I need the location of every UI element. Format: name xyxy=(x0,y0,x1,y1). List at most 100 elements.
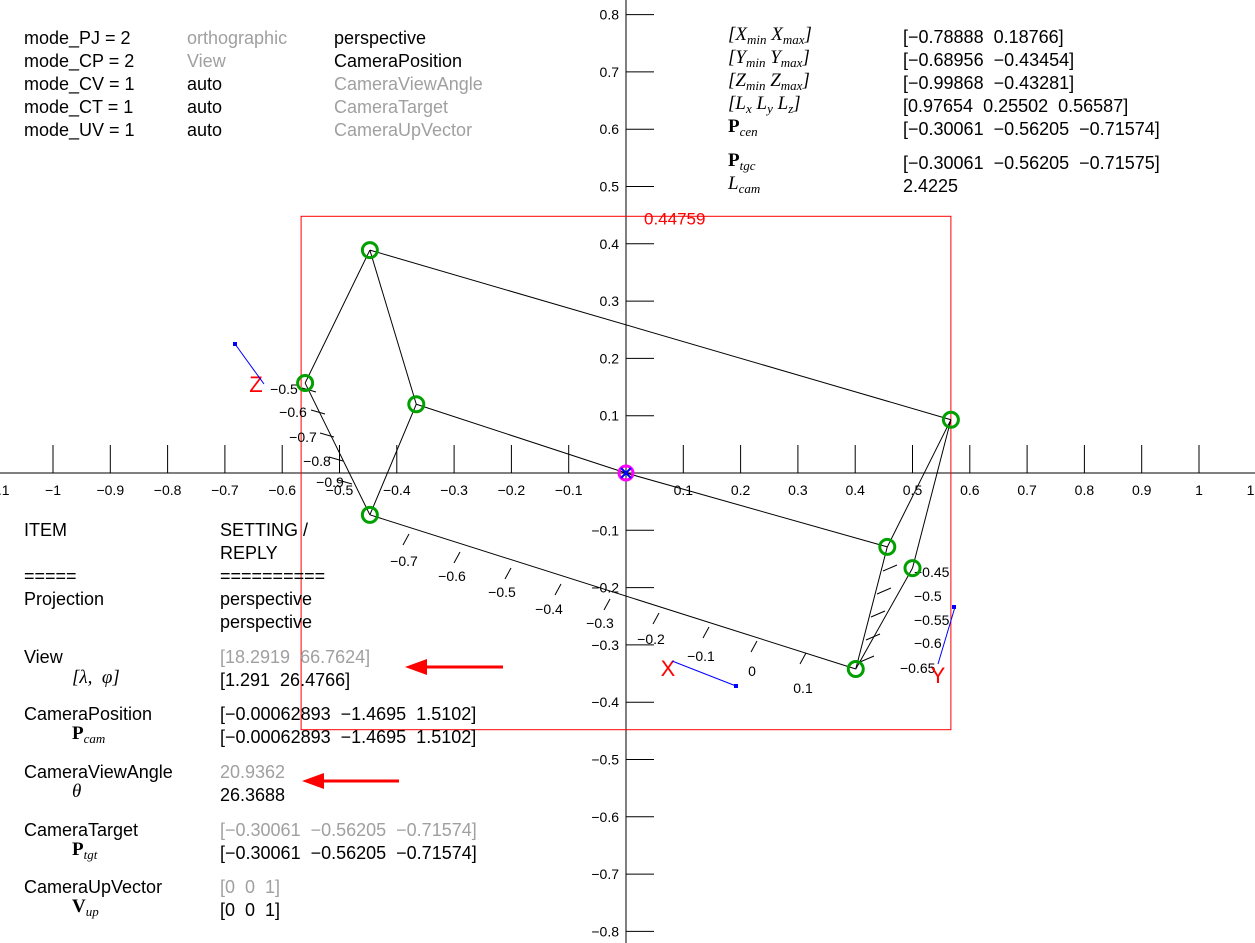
row-campos-name: CameraPosition xyxy=(24,704,153,724)
stat-value-pcen: [−0.30061 −0.56205 −0.71574] xyxy=(903,119,1160,139)
x-tick-label: −1 xyxy=(45,482,61,498)
x-tick-label: −0.8 xyxy=(154,482,182,498)
row-camup-name: CameraUpVector xyxy=(24,877,163,897)
x-tick-label: −0.6 xyxy=(268,482,296,498)
y-tick-label: 0.3 xyxy=(600,293,620,309)
y-tick-label: 0.4 xyxy=(600,236,620,252)
mode-option: CameraPosition xyxy=(334,51,463,71)
y-axis-3d-label: Y xyxy=(931,663,946,688)
x-tick-label: 1 xyxy=(1195,482,1203,498)
row-view-name: View xyxy=(24,647,63,667)
table-header-setting: SETTING / xyxy=(220,520,309,540)
mode-label: mode_PJ = 2 xyxy=(24,28,131,48)
box-edge xyxy=(855,567,913,670)
box-edge xyxy=(304,249,371,384)
row-campos-reply: [−0.00062893 −1.4695 1.5102] xyxy=(220,727,477,747)
x-axis-3d-tick xyxy=(750,640,758,653)
x-axis-3d-tick xyxy=(453,551,461,564)
x-axis-3d-tick-label: −0.2 xyxy=(637,631,665,647)
arrow-camera-angle-head xyxy=(302,773,324,789)
y-axis-3d-tick-label: −0.6 xyxy=(914,635,942,651)
mode-option: CameraUpVector xyxy=(334,120,473,140)
z-axis-3d-tick xyxy=(310,409,326,415)
z-axis-3d-tick-label: −0.8 xyxy=(303,453,331,469)
y-tick-label: 0.1 xyxy=(600,408,620,424)
table-separator: ========== xyxy=(220,566,326,586)
row-camup-setting: [0 0 1] xyxy=(220,877,281,897)
x-tick-label: 0.4 xyxy=(845,482,865,498)
row-campos-symbol: Pcam xyxy=(72,723,106,747)
mode-option: auto xyxy=(187,74,223,94)
x-axis-3d-tick-label: 0 xyxy=(748,663,756,679)
row-camangle-name: CameraViewAngle xyxy=(24,762,173,782)
x-axis-3d-tick xyxy=(504,567,512,580)
x-tick-label: 0.6 xyxy=(960,482,980,498)
x-tick-label: 0.1 xyxy=(674,482,694,498)
y-tick-label: −0.7 xyxy=(591,866,619,882)
row-camangle-reply: 26.3688 xyxy=(220,785,286,805)
box-edge xyxy=(855,546,888,670)
x-tick-label: −0.4 xyxy=(383,482,411,498)
row-camtarget-setting: [−0.30061 −0.56205 −0.71574] xyxy=(220,820,477,840)
z-axis-3d-tick xyxy=(319,432,335,438)
y-axis-3d-tick xyxy=(870,610,886,618)
row-campos-setting: [−0.00062893 −1.4695 1.5102] xyxy=(220,704,477,724)
z-axis-vector-end xyxy=(233,342,237,346)
mode-option: auto xyxy=(187,97,223,117)
row-camtarget-reply: [−0.30061 −0.56205 −0.71574] xyxy=(220,843,477,863)
row-projection-reply: perspective xyxy=(220,612,313,632)
y-axis-3d-tick xyxy=(876,587,892,595)
box-edges xyxy=(304,249,952,670)
x-tick-label: −0.1 xyxy=(555,482,583,498)
stat-value-lcam: 2.4225 xyxy=(903,176,959,196)
row-camtarget-symbol: Ptgt xyxy=(72,839,98,863)
z-axis-3d-tick-label: −0.5 xyxy=(270,381,298,397)
row-camangle-symbol: θ xyxy=(72,781,82,802)
z-axis-3d-tick xyxy=(328,456,344,462)
stat-value-ptgc: [−0.30061 −0.56205 −0.71575] xyxy=(903,153,1160,173)
x-axis-3d-tick xyxy=(603,598,611,611)
mode-option: auto xyxy=(187,120,223,140)
row-view-reply: [1.291 26.4766] xyxy=(220,670,351,690)
x-axis-vector xyxy=(671,660,737,687)
box-edge xyxy=(886,419,952,548)
x-tick-label: −0.2 xyxy=(498,482,526,498)
y-axis-3d-tick-label: −0.5 xyxy=(914,588,942,604)
stat-value-yrange: [−0.68956 −0.43454] xyxy=(903,50,1075,70)
x-axis-3d-tick-label: −0.5 xyxy=(488,584,516,600)
mode-option: View xyxy=(187,51,226,71)
table-separator: ===== xyxy=(24,566,77,586)
mode-option: CameraViewAngle xyxy=(334,74,483,94)
table-header-reply: REPLY xyxy=(220,543,278,563)
mode-label: mode_CV = 1 xyxy=(24,74,135,94)
y-tick-label: 0.8 xyxy=(600,7,620,23)
stat-label-pcen: Pcen xyxy=(728,116,758,140)
arrow-view-head xyxy=(405,659,427,675)
x-axis-3d-tick-label: −0.6 xyxy=(438,568,466,584)
box-edge xyxy=(369,249,417,405)
stat-value-lxyz: [0.97654 0.25502 0.56587] xyxy=(903,96,1129,116)
x-axis-3d-tick xyxy=(554,583,562,596)
plot-canvas: −1.1 −1 −0.9 −0.8 −0.7 −0.6 −0.5 −0.4 −0.3 −0.2 −0… xyxy=(0,0,1255,943)
row-camtarget-name: CameraTarget xyxy=(24,820,139,840)
x-axis-3d-tick xyxy=(799,652,807,665)
x-tick-label: 0.8 xyxy=(1075,482,1095,498)
y-tick-label: −0.4 xyxy=(591,694,619,710)
x-tick-label: 0.7 xyxy=(1017,482,1037,498)
x-tick-label: 1.1 xyxy=(1247,482,1255,498)
stat-value-xrange: [−0.78888 0.18766] xyxy=(903,27,1064,47)
x-tick-label: −0.9 xyxy=(96,482,124,498)
x-axis-3d-label: X xyxy=(661,656,676,681)
y-tick-label: 0.7 xyxy=(600,64,620,80)
mode-option: CameraTarget xyxy=(334,97,449,117)
mode-option: orthographic xyxy=(187,28,288,48)
x-axis-3d-tick xyxy=(652,612,660,625)
x-axis-3d-tick-label: −0.7 xyxy=(390,553,418,569)
z-axis-3d-tick-label: −0.6 xyxy=(279,404,307,420)
row-camangle-setting: 20.9362 xyxy=(220,762,286,782)
x-axis-3d-tick xyxy=(402,533,410,546)
x-tick-label: −1.1 xyxy=(0,482,10,498)
x-axis-vector-end xyxy=(734,684,738,688)
box-edge xyxy=(369,404,417,516)
box-edge xyxy=(416,403,627,474)
